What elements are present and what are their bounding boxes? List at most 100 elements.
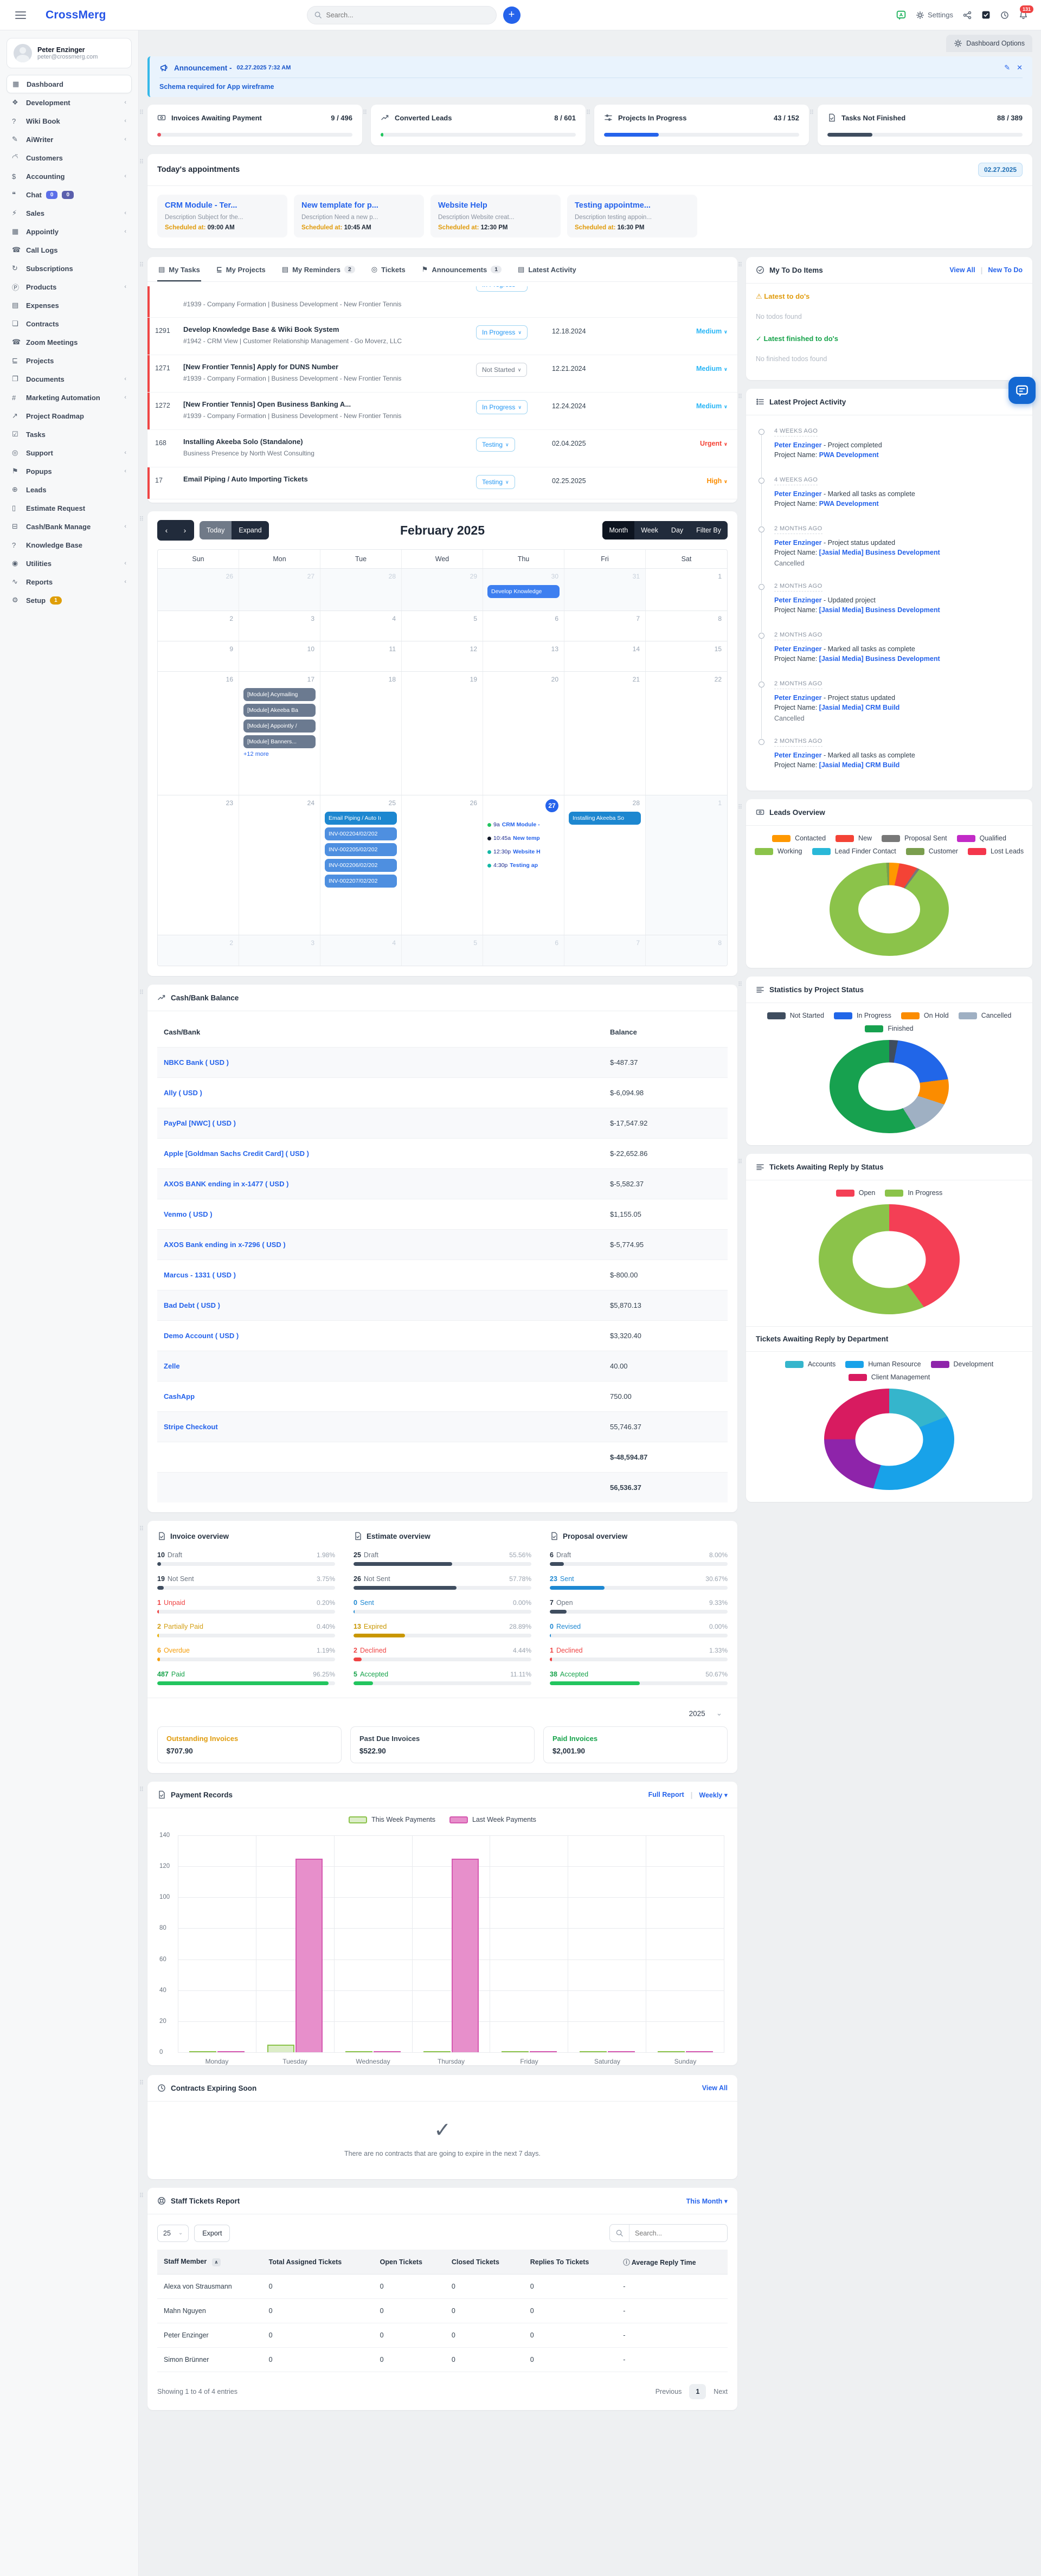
leads-donut-chart[interactable] [830,863,949,956]
calendar-view-day[interactable]: Day [665,521,690,539]
tickets_status-donut-chart[interactable] [819,1204,960,1314]
calendar-event[interactable]: [Module] Banners... [243,735,316,748]
drag-handle-icon[interactable]: ⠿ [586,109,590,116]
calendar-day-cell[interactable]: 23 [158,795,239,935]
table-row[interactable]: Simon Brünner0000- [157,2348,728,2372]
calendar-view-filter-by[interactable]: Filter By [690,521,728,539]
pagination-next[interactable]: Next [714,2388,728,2395]
activity-actor-link[interactable]: Peter Enzinger [774,490,822,498]
todo-check-button[interactable] [981,10,991,20]
bar-last-week-payments[interactable] [217,2051,245,2052]
appointment-title[interactable]: CRM Module - Ter... [165,201,280,210]
calendar-day-cell[interactable]: 5 [402,935,483,966]
account-link[interactable]: Stripe Checkout [157,1423,610,1431]
drag-handle-icon[interactable]: ⠿ [139,989,143,996]
edit-announcement-icon[interactable]: ✎ [1004,63,1010,72]
new-todo-link[interactable]: New To Do [988,266,1023,274]
drag-handle-icon[interactable]: ⠿ [139,516,143,523]
calendar-day-cell[interactable]: 12 [402,641,483,671]
bar-last-week-payments[interactable] [686,2051,713,2052]
task-status-select[interactable]: In Progress ∨ [476,286,528,292]
announcement-body[interactable]: Schema required for App wireframe [159,78,1023,91]
table-row[interactable]: Alexa von Strausmann0000- [157,2275,728,2299]
task-priority-select[interactable]: Urgent ∨ [700,438,728,447]
task-row[interactable]: 1271 [New Frontier Tennis] Apply for DUN… [147,355,737,393]
global-search[interactable] [307,6,497,24]
drag-handle-icon[interactable]: ⠿ [139,261,143,268]
task-status-select[interactable]: Testing ∨ [476,475,515,489]
bar-this-week-payments[interactable] [345,2051,372,2052]
calendar-dot-event[interactable]: 10:45a New temp [487,835,560,841]
quick-add-button[interactable]: + [503,7,520,24]
activity-actor-link[interactable]: Peter Enzinger [774,539,822,547]
account-link[interactable]: AXOS BANK ending in x-1477 ( USD ) [157,1180,610,1188]
tab-tickets[interactable]: ◎Tickets [370,257,407,281]
calendar-day-cell[interactable]: 24 [239,795,320,935]
legend-item[interactable]: Open [836,1189,876,1197]
full-report-link[interactable]: Full Report [648,1791,684,1798]
bar-last-week-payments[interactable] [374,2051,401,2052]
feedback-chat-icon[interactable] [896,10,906,20]
legend-item[interactable]: Customer [906,847,958,855]
legend-item[interactable]: Working [755,847,802,855]
account-link[interactable]: PayPal [NWC] ( USD ) [157,1119,610,1127]
activity-actor-link[interactable]: Peter Enzinger [774,751,822,759]
sidebar-item-chat[interactable]: ❝Chat00 [7,185,132,204]
calendar-dot-event[interactable]: 12:30p Website H [487,849,560,855]
calendar-event[interactable]: INV-002206/02/202 [325,859,397,872]
account-link[interactable]: Ally ( USD ) [157,1089,610,1097]
drag-handle-icon[interactable]: ⠿ [139,1786,143,1793]
sidebar-item-utilities[interactable]: ◉Utilities‹ [7,554,132,573]
sidebar-item-reports[interactable]: ∿Reports‹ [7,573,132,591]
bar-last-week-payments[interactable] [452,1859,479,2052]
sidebar-item-popups[interactable]: ⚑Popups‹ [7,462,132,480]
stat-card-projects-in-progress[interactable]: ⠿ Projects In Progress 43 / 152 [594,105,809,145]
task-title[interactable]: Develop Knowledge Base & Wiki Book Syste… [183,325,476,333]
calendar-event[interactable]: [Module] Acymailing [243,688,316,701]
staff-col-average-reply-time[interactable]: ⓘ Average Reply Time [616,2250,728,2275]
calendar-day-cell[interactable]: 19 [402,672,483,795]
calendar-event[interactable]: INV-002204/02/202 [325,827,397,840]
activity-actor-link[interactable]: Peter Enzinger [774,694,822,702]
sidebar-item-estimate-request[interactable]: ▯Estimate Request [7,499,132,517]
calendar-day-cell[interactable]: 9 [158,641,239,671]
drag-handle-icon[interactable]: ⠿ [139,2192,143,2199]
staff-col-open-tickets[interactable]: Open Tickets [374,2250,445,2275]
calendar-day-cell[interactable]: 27 [239,569,320,611]
activity-project-link[interactable]: PWA Development [819,451,879,459]
staff-col-closed-tickets[interactable]: Closed Tickets [445,2250,524,2275]
stat-card-tasks-not-finished[interactable]: ⠿ Tasks Not Finished 88 / 389 [818,105,1032,145]
stat-card-invoices-awaiting-payment[interactable]: ⠿ Invoices Awaiting Payment 9 / 496 [147,105,362,145]
sidebar-item-marketing-automation[interactable]: #Marketing Automation‹ [7,388,132,407]
sidebar-item-subscriptions[interactable]: ↻Subscriptions [7,259,132,278]
contracts-view-all-link[interactable]: View All [702,2084,728,2092]
task-status-select[interactable]: Not Started ∨ [476,363,527,377]
tab-my-reminders[interactable]: ▤My Reminders2 [281,257,356,281]
tab-my-tasks[interactable]: ▤My Tasks [157,257,201,281]
calendar-day-cell[interactable]: 4 [320,611,402,641]
stat-card-converted-leads[interactable]: ⠿ Converted Leads 8 / 601 [371,105,586,145]
appointment-title[interactable]: Testing appointme... [575,201,690,210]
calendar-day-cell[interactable]: 6 [483,935,564,966]
bar-this-week-payments[interactable] [423,2051,451,2052]
calendar-day-cell[interactable]: 3 [239,611,320,641]
account-link[interactable]: CashApp [157,1392,610,1401]
calendar-day-cell[interactable]: 6 [483,611,564,641]
task-status-select[interactable]: Testing ∨ [476,438,515,452]
sidebar-item-wiki-book[interactable]: ?Wiki Book‹ [7,112,132,130]
calendar-more-link[interactable]: +12 more [243,751,316,757]
pagination-previous[interactable]: Previous [656,2388,682,2395]
calendar-day-cell[interactable]: 16 [158,672,239,795]
task-priority-select[interactable]: Medium ∨ [696,325,728,335]
todo-view-all-link[interactable]: View All [949,266,975,274]
calendar-day-cell[interactable]: 7 [564,611,646,641]
legend-item[interactable]: Accounts [785,1360,836,1368]
legend-item[interactable]: Last Week Payments [449,1816,536,1823]
sidebar-item-support[interactable]: ◎Support‹ [7,444,132,462]
menu-toggle-icon[interactable] [15,15,26,16]
export-button[interactable]: Export [194,2225,230,2242]
sidebar-item-accounting[interactable]: $Accounting‹ [7,167,132,185]
bar-last-week-payments[interactable] [530,2051,557,2052]
activity-actor-link[interactable]: Peter Enzinger [774,645,822,653]
calendar-view-month[interactable]: Month [602,521,634,539]
